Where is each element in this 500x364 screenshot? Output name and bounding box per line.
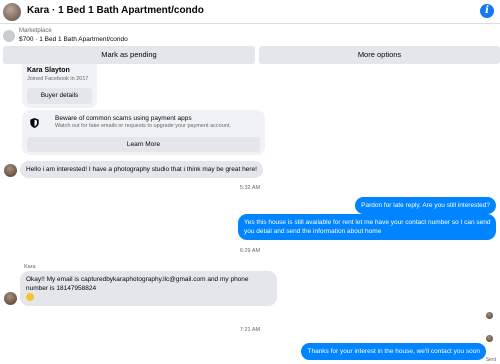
message-line: Okay!! My email is capturedbykaraphotogr…: [26, 276, 249, 283]
listing-actions: Mark as pending More options: [0, 46, 500, 65]
sender-name: Kara: [24, 264, 36, 270]
sent-status: Sent: [485, 357, 496, 363]
message-incoming: Okay!! My email is capturedbykaraphotogr…: [20, 271, 277, 306]
timestamp: 6:29 AM: [239, 248, 261, 254]
marketplace-label: Marketplace: [19, 28, 52, 34]
warning-subtitle: Watch out for fake emails or requests to…: [55, 123, 231, 129]
timestamp: 5:32 AM: [239, 185, 261, 191]
listing-thumbnail: [3, 30, 15, 42]
mark-as-pending-button[interactable]: Mark as pending: [3, 46, 255, 64]
conversation-title[interactable]: Kara · 1 Bed 1 Bath Apartment/condo: [27, 5, 204, 16]
seen-avatar: [486, 335, 493, 342]
buyer-name: Kara Slayton: [27, 67, 70, 74]
message-outgoing: Pardon for late reply. Are you still int…: [355, 197, 496, 214]
message-outgoing: Yes this house is still available for re…: [238, 214, 496, 240]
timestamp: 7:21 AM: [239, 327, 261, 333]
buyer-joined: Joined Facebook in 2017: [27, 76, 89, 82]
learn-more-button[interactable]: Learn More: [27, 137, 260, 152]
avatar[interactable]: [3, 3, 21, 21]
info-icon[interactable]: i: [480, 4, 494, 18]
avatar[interactable]: [4, 164, 17, 177]
smile-emoji-icon: [26, 293, 34, 302]
message-line: number is 18147958824: [26, 285, 97, 292]
buyer-card: Kara Slayton Joined Facebook in 2017 Buy…: [22, 64, 97, 108]
conversation-header: Kara · 1 Bed 1 Bath Apartment/condo i: [0, 0, 500, 24]
message-incoming: Hello i am interested! I have a photogra…: [20, 161, 263, 178]
warning-title: Beware of common scams using payment app…: [55, 115, 192, 122]
seen-avatar: [486, 312, 493, 319]
message-outgoing: Thanks for your interest in the house, w…: [301, 343, 486, 360]
listing-price-title: $700 · 1 Bed 1 Bath Apartment/condo: [19, 36, 128, 43]
message-line: you detail and send the information abou…: [244, 228, 382, 235]
shield-icon: [30, 118, 39, 128]
more-options-button[interactable]: More options: [259, 46, 500, 64]
message-line: Yes this house is still available for re…: [244, 219, 491, 226]
scam-warning-card: Beware of common scams using payment app…: [22, 110, 265, 155]
avatar[interactable]: [4, 292, 17, 305]
marketplace-listing[interactable]: Marketplace $700 · 1 Bed 1 Bath Apartmen…: [0, 25, 500, 46]
buyer-details-button[interactable]: Buyer details: [27, 88, 92, 104]
